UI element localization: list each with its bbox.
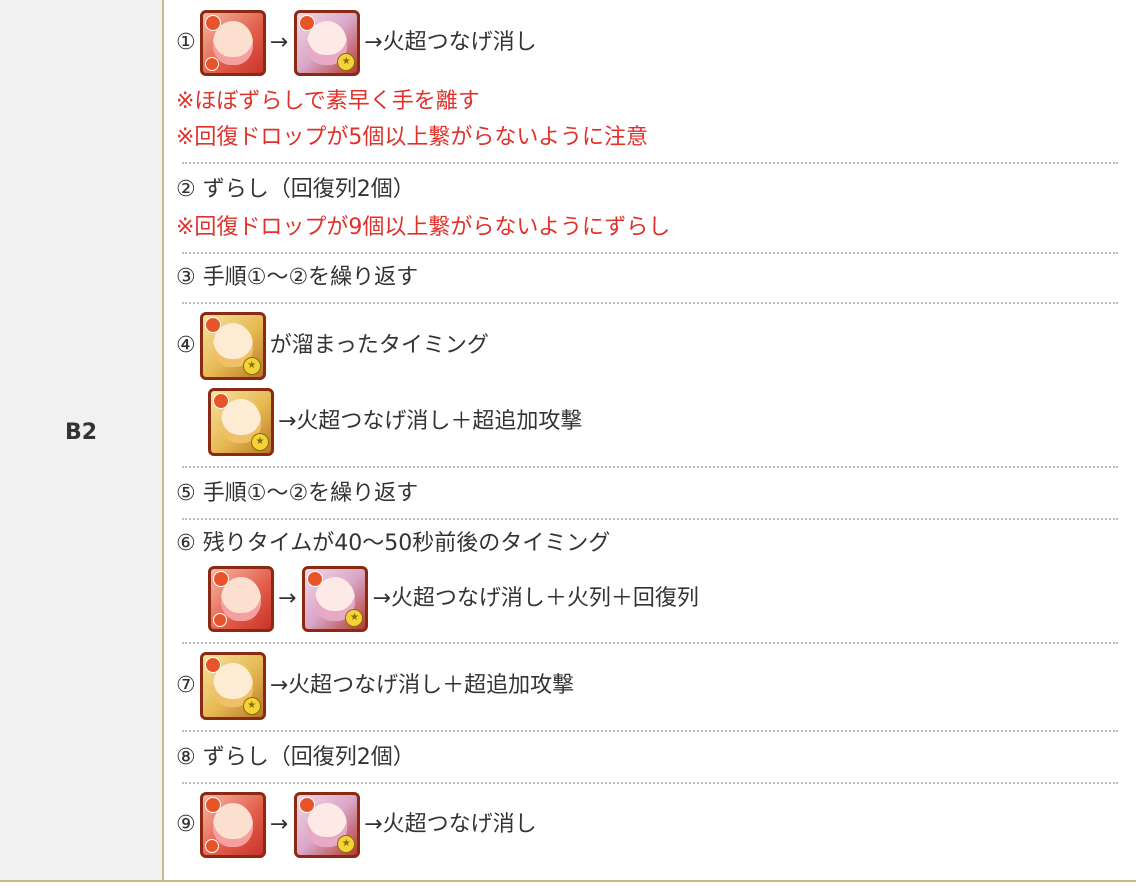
divider <box>182 730 1118 732</box>
step-4-text-1: が溜まったタイミング <box>269 333 489 358</box>
step-1-number: ① <box>176 30 196 55</box>
step-3-text: ③ 手順①〜②を繰り返す <box>176 265 419 290</box>
step-9: ⑨ → ★ →火超つなげ消し <box>176 792 537 858</box>
step-6-text-2: →火超つなげ消し＋火列＋回復列 <box>372 586 699 611</box>
step-5-text: ⑤ 手順①〜②を繰り返す <box>176 481 419 506</box>
step-2-text: ② ずらし（回復列2個） <box>176 177 415 202</box>
strategy-table: B2 ① → ★ →火超つなげ消し ※ほぼずらしで素早く手を離す ※回復ドロップ… <box>0 0 1136 882</box>
step-4-text-2: →火超つなげ消し＋超追加攻撃 <box>278 409 583 434</box>
step-8-text: ⑧ ずらし（回復列2個） <box>176 745 415 770</box>
step-4-number: ④ <box>176 333 196 358</box>
divider <box>182 518 1118 520</box>
step-6-line-2: → ★ →火超つなげ消し＋火列＋回復列 <box>204 566 699 632</box>
step-1-arrow: → <box>269 30 289 55</box>
step-9-number: ⑨ <box>176 812 196 837</box>
divider <box>182 302 1118 304</box>
blonde-card-icon[interactable]: ★ <box>199 312 266 380</box>
pink-hair-card-icon[interactable] <box>199 792 266 858</box>
step-1: ① → ★ →火超つなげ消し <box>176 10 537 76</box>
divider <box>182 252 1118 254</box>
divider <box>182 642 1118 644</box>
step-9-arrow: → <box>269 812 289 837</box>
row-header-cell: B2 <box>0 0 164 880</box>
divider <box>182 466 1118 468</box>
step-6-arrow: → <box>278 586 297 611</box>
row-label: B2 <box>64 420 98 445</box>
blonde-card-icon[interactable]: ★ <box>199 652 266 720</box>
divider <box>182 162 1118 164</box>
divider <box>182 782 1118 784</box>
steps-cell: ① → ★ →火超つなげ消し ※ほぼずらしで素早く手を離す ※回復ドロップが5個… <box>164 0 1136 880</box>
step-7-number: ⑦ <box>176 673 196 698</box>
step-2-note: ※回復ドロップが9個以上繋がらないようにずらし <box>176 215 671 240</box>
pink-hair-card-icon[interactable] <box>199 10 266 76</box>
pink-hair-card-icon[interactable] <box>208 566 274 632</box>
lilac-hair-card-icon[interactable]: ★ <box>294 10 361 76</box>
step-4: ④ ★ が溜まったタイミング <box>176 312 489 380</box>
lilac-hair-card-icon[interactable]: ★ <box>302 566 369 632</box>
step-1-note-1: ※ほぼずらしで素早く手を離す <box>176 89 480 114</box>
step-7-text: →火超つなげ消し＋超追加攻撃 <box>269 673 575 698</box>
step-9-text: →火超つなげ消し <box>364 812 537 837</box>
step-7: ⑦ ★ →火超つなげ消し＋超追加攻撃 <box>176 652 574 720</box>
step-4-line-2: ★ →火超つなげ消し＋超追加攻撃 <box>204 388 582 456</box>
blonde-card-icon[interactable]: ★ <box>208 388 274 456</box>
step-1-text: →火超つなげ消し <box>364 30 537 55</box>
lilac-hair-card-icon[interactable]: ★ <box>294 792 361 858</box>
step-6-text: ⑥ 残りタイムが40〜50秒前後のタイミング <box>176 531 611 556</box>
step-1-note-2: ※回復ドロップが5個以上繋がらないように注意 <box>176 125 648 150</box>
